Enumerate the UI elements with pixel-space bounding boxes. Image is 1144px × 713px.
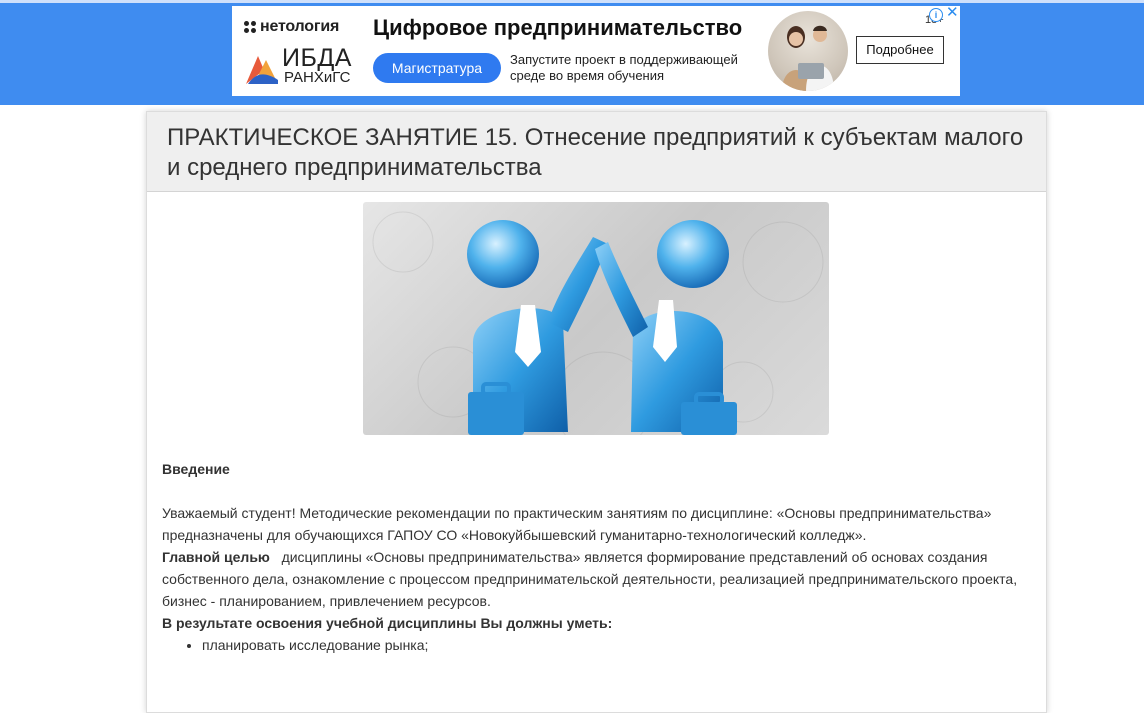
netology-dots-icon	[244, 21, 256, 33]
page-title: ПРАКТИЧЕСКОЕ ЗАНЯТИЕ 15. Отнесение предп…	[167, 124, 1024, 181]
masters-pill-button[interactable]: Магистратура	[373, 53, 501, 83]
ad-info-icon[interactable]: i	[929, 8, 943, 22]
business-people-high-five-image	[372, 211, 824, 435]
ranepa-text: РАНХиГС	[284, 69, 351, 86]
advertisement[interactable]: нетология ИБДА РАНХиГС Цифровое предприн…	[232, 6, 960, 96]
netology-brand-text: нетология	[260, 18, 340, 35]
intro-paragraph: Уважаемый студент! Методические рекоменд…	[162, 505, 992, 543]
skills-list: планировать исследование рынка;	[162, 634, 1022, 656]
goal-label: Главной целью	[162, 549, 270, 565]
hero-image	[363, 202, 829, 435]
more-details-button[interactable]: Подробнее	[856, 36, 944, 64]
goal-paragraph: Главной целью дисциплины «Основы предпри…	[162, 546, 1022, 612]
ad-close-icon[interactable]: ✕	[946, 6, 959, 20]
students-photo	[768, 11, 848, 91]
ibda-logo-icon	[246, 56, 278, 84]
lesson-card: ПРАКТИЧЕСКОЕ ЗАНЯТИЕ 15. Отнесение предп…	[146, 111, 1047, 713]
skills-heading: В результате освоения учебной дисциплины…	[162, 615, 613, 631]
ad-title[interactable]: Цифровое предпринимательство	[373, 15, 742, 41]
ibda-ranepa-logo: ИБДА РАНХиГС	[244, 44, 364, 90]
students-photo-illustration	[782, 25, 834, 91]
lesson-content: Введение Уважаемый студент! Методические…	[162, 458, 1022, 656]
list-item: планировать исследование рынка;	[202, 634, 1022, 656]
intro-heading: Введение	[162, 461, 230, 477]
ad-description: Запустите проект в поддерживающей среде …	[510, 52, 738, 83]
netology-logo: нетология	[244, 18, 339, 36]
goal-text: дисциплины «Основы предпринимательства» …	[162, 549, 1018, 609]
lesson-header: ПРАКТИЧЕСКОЕ ЗАНЯТИЕ 15. Отнесение предп…	[147, 112, 1046, 192]
